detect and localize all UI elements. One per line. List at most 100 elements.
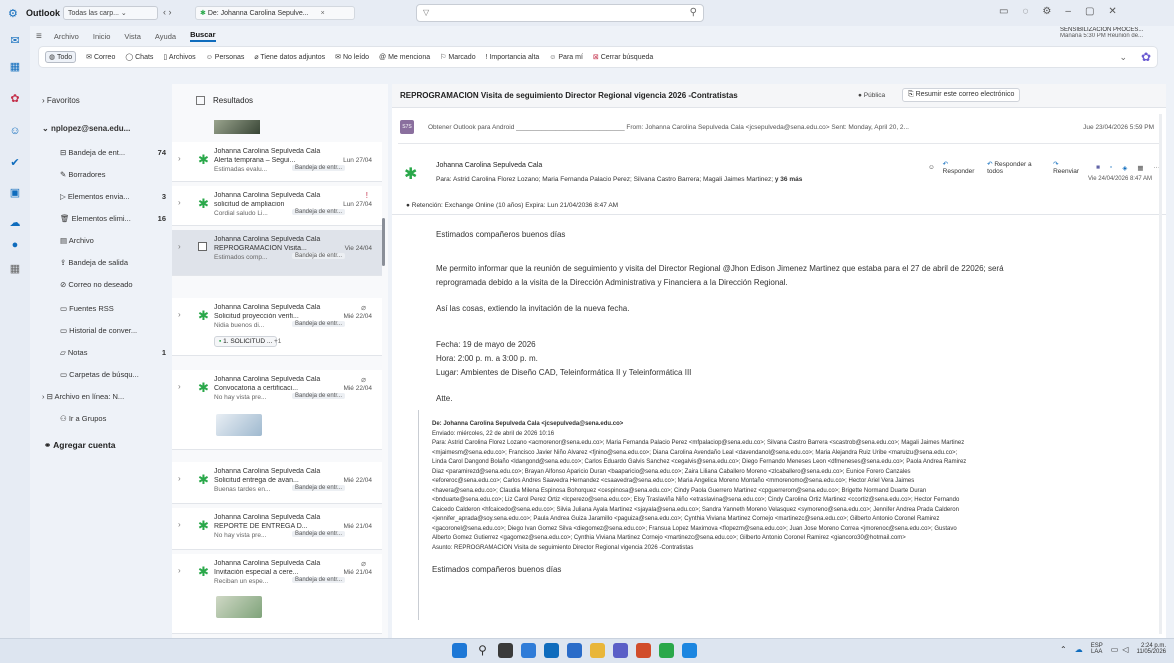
list-item[interactable]: › ✱ Johanna Carolina Sepulveda Cala ⌀ Co… <box>172 370 382 450</box>
onedrive-tray-icon[interactable]: ☁ <box>1075 645 1083 654</box>
expand-chevron-icon[interactable]: › <box>178 382 181 391</box>
folder-outbox[interactable]: ⇪ Bandeja de salida <box>60 258 170 267</box>
list-item[interactable]: › ✱ Johanna Carolina Sepulveda Cala REPO… <box>172 508 382 550</box>
folder-notes[interactable]: ▱ Notas 1 <box>60 348 170 357</box>
account-header[interactable]: ⌄ nplopez@sena.edu... <box>42 124 167 133</box>
filter-no-leido[interactable]: ✉ No leído <box>335 53 369 61</box>
people-app-icon[interactable]: ☺ <box>8 124 22 138</box>
sender-name[interactable]: Johanna Carolina Sepulveda Cala <box>436 162 542 169</box>
mail-icon[interactable]: ▭ <box>999 6 1008 17</box>
folder-groups[interactable]: ⚇ Ir a Grupos <box>60 414 170 423</box>
reading-scrollbar[interactable] <box>1159 114 1162 634</box>
filter-personas[interactable]: ☺ Personas <box>206 54 245 61</box>
app-icon[interactable] <box>682 643 697 658</box>
filter-archivos[interactable]: ▯ Archivos <box>163 53 195 61</box>
list-item[interactable]: › ✱ Johanna Carolina Sepulveda Cala Aler… <box>172 142 382 182</box>
search-icon[interactable]: ⚲ <box>690 7 697 18</box>
copilot-app-icon[interactable]: ✿ <box>8 92 22 106</box>
open-message-tab[interactable]: ✱ De: Johanna Carolina Sepulve... × <box>195 6 355 20</box>
nav-arrows[interactable]: ‹ › <box>163 7 172 17</box>
explorer-icon[interactable] <box>590 643 605 658</box>
add-account-button[interactable]: ⚭ Agregar cuenta <box>44 440 154 451</box>
folder-deleted[interactable]: 🗑 Elementos elimi... 16 <box>60 214 170 223</box>
teams-icon[interactable] <box>613 643 628 658</box>
folder-archive[interactable]: ▤ Archivo <box>60 236 170 245</box>
tab-ayuda[interactable]: Ayuda <box>155 32 176 41</box>
settings-icon[interactable]: ⚙ <box>1042 6 1051 17</box>
tab-vista[interactable]: Vista <box>124 32 141 41</box>
language-indicator[interactable]: ESP LAA <box>1091 643 1103 655</box>
tab-archivo[interactable]: Archivo <box>54 32 79 41</box>
office-icon[interactable] <box>636 643 651 658</box>
close-search-button[interactable]: ⊠ Cerrar búsqueda <box>593 53 653 61</box>
folder-sent[interactable]: ▷ Elementos envia... 3 <box>60 192 170 201</box>
folder-scope-dropdown[interactable]: Todas las carp... ⌄ <box>63 6 158 20</box>
loop-icon[interactable]: ◈ <box>1122 164 1127 172</box>
more-apps-icon[interactable]: ▦ <box>8 262 22 276</box>
folder-search-folders[interactable]: ▭ Carpetas de búsqu... <box>60 370 170 379</box>
filter-menciona[interactable]: @ Me menciona <box>379 54 430 61</box>
folder-junk[interactable]: ⊘ Correo no deseado <box>60 280 170 289</box>
filter-para-mi[interactable]: ☺ Para mí <box>549 54 583 61</box>
close-icon[interactable]: ✕ <box>1108 6 1116 17</box>
tray-chevron-icon[interactable]: ⌃ <box>1060 645 1067 654</box>
tab-buscar[interactable]: Buscar <box>190 30 216 42</box>
filter-icon[interactable]: ▽ <box>423 8 429 17</box>
files-app-icon[interactable]: ▣ <box>8 186 22 200</box>
mail-app-icon[interactable]: ✉ <box>8 34 22 48</box>
task-view-icon[interactable] <box>498 643 513 658</box>
summarize-button[interactable]: ⎘ Resumir este correo electrónico <box>902 88 1021 102</box>
outlook-taskbar-icon[interactable] <box>567 643 582 658</box>
list-scrollbar[interactable] <box>382 218 385 266</box>
store-icon[interactable] <box>544 643 559 658</box>
teams-app-icon[interactable]: ● <box>8 238 22 252</box>
message-checkbox[interactable] <box>198 242 207 251</box>
expand-chevron-icon[interactable]: › <box>178 520 181 529</box>
collapsed-message[interactable]: S7S Obtener Outlook para Android _______… <box>398 114 1160 144</box>
clock[interactable]: 2:24 p.m. 11/05/2026 <box>1136 643 1166 655</box>
expand-chevron-icon[interactable]: › <box>178 242 181 251</box>
list-item[interactable]: › ✱ Johanna Carolina Sepulveda Cala Soli… <box>172 462 382 504</box>
expand-chevron-icon[interactable]: › <box>178 474 181 483</box>
hamburger-icon[interactable]: ≡ <box>36 31 42 42</box>
list-item[interactable]: › ✱ Johanna Carolina Sepulveda Cala ⌀ So… <box>172 298 382 356</box>
list-item[interactable]: › ✱ Johanna Carolina Sepulveda Cala ⌀ In… <box>172 554 382 634</box>
filter-todo[interactable]: ◍ Todo <box>45 51 77 63</box>
more-recipients[interactable]: y 36 más <box>775 176 802 183</box>
chevron-down-icon[interactable]: ⌄ <box>1119 52 1127 63</box>
list-item-selected[interactable]: › Johanna Carolina Sepulveda Cala REPROG… <box>172 230 382 276</box>
teams-share-icon[interactable]: ■ <box>1096 164 1100 171</box>
search-icon[interactable]: ⚲ <box>475 643 490 658</box>
close-tab-button[interactable]: × <box>321 10 325 17</box>
forward-button[interactable]: ↷ Reenviar <box>1053 160 1084 175</box>
list-item[interactable]: › ✱ Johanna Carolina Sepulveda Cala ! so… <box>172 186 382 226</box>
emoji-react-icon[interactable]: ☺ <box>928 164 935 171</box>
onedrive-app-icon[interactable]: ☁ <box>8 216 22 230</box>
chrome-icon[interactable] <box>659 643 674 658</box>
minimize-icon[interactable]: – <box>1065 6 1071 17</box>
network-icon[interactable]: ▭ <box>1111 645 1119 654</box>
expand-chevron-icon[interactable]: › <box>178 310 181 319</box>
todo-app-icon[interactable]: ✔ <box>8 156 22 170</box>
apps-icon[interactable]: ▫ <box>1110 164 1112 171</box>
reply-all-button[interactable]: ↶ Responder a todos <box>987 160 1045 175</box>
select-all-checkbox[interactable] <box>196 96 205 105</box>
volume-icon[interactable]: ◁ <box>1122 645 1128 654</box>
favorites-header[interactable]: › Favoritos <box>42 96 152 105</box>
expand-chevron-icon[interactable]: › <box>178 154 181 163</box>
filter-adjuntos[interactable]: ⌀ Tiene datos adjuntos <box>254 53 325 61</box>
edge-icon[interactable] <box>521 643 536 658</box>
maximize-icon[interactable]: ▢ <box>1085 6 1094 17</box>
expand-chevron-icon[interactable]: › <box>178 198 181 207</box>
start-icon[interactable] <box>452 643 467 658</box>
tab-inicio[interactable]: Inicio <box>93 32 111 41</box>
image-preview[interactable] <box>216 596 262 618</box>
filter-importancia[interactable]: ! Importancia alta <box>486 54 540 61</box>
image-preview[interactable] <box>216 414 262 436</box>
folder-inbox[interactable]: ⊟ Bandeja de ent... 74 <box>60 148 170 157</box>
filter-chats[interactable]: ◯ Chats <box>125 53 153 61</box>
reminder[interactable]: SENSIBILIZACION PROCES... Mañana 5:30 PM… <box>1060 27 1170 39</box>
search-box[interactable]: ▽ ⚲ <box>416 4 704 22</box>
filter-correo[interactable]: ✉ Correo <box>86 53 115 61</box>
bell-icon[interactable]: ◌ <box>1022 6 1028 17</box>
